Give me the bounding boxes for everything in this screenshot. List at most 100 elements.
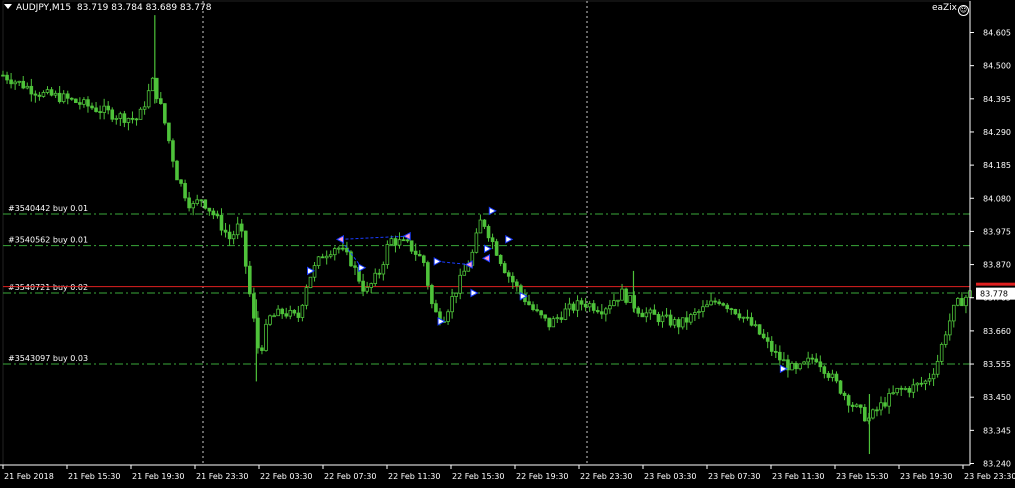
candle-body xyxy=(899,387,904,390)
price-tick-label: 84.395 xyxy=(983,95,1011,104)
candle-body xyxy=(248,265,252,295)
candle-body xyxy=(421,255,426,263)
candle-body xyxy=(195,199,200,204)
candle-body xyxy=(600,311,604,315)
trade-arrow-marker xyxy=(335,234,344,244)
candle-body xyxy=(652,309,657,315)
candle-body xyxy=(454,292,458,297)
candle-body xyxy=(846,395,851,406)
candle-body xyxy=(219,214,224,231)
candle-body xyxy=(595,310,600,313)
price-tick-label: 84.080 xyxy=(983,194,1011,203)
candle-body xyxy=(409,240,414,252)
candle-body xyxy=(385,244,390,266)
candle-body xyxy=(381,264,386,275)
ohlc-values: 83.719 83.784 83.689 83.778 xyxy=(76,3,212,13)
candle-body xyxy=(733,308,738,315)
candle-body xyxy=(931,373,936,380)
trade-arrow-marker xyxy=(488,206,497,216)
candle-body xyxy=(535,309,539,312)
candle-body xyxy=(316,256,321,267)
candle-body xyxy=(794,362,798,370)
candle-body xyxy=(531,304,535,311)
candle-body xyxy=(401,239,406,242)
candle-body xyxy=(826,373,831,378)
candle-body xyxy=(717,301,721,304)
candle-body xyxy=(689,314,693,323)
candle-body xyxy=(82,99,86,105)
candle-body xyxy=(353,265,357,268)
price-tick-label: 83.345 xyxy=(983,426,1011,435)
candle-body xyxy=(53,92,58,96)
candle-body xyxy=(757,324,762,335)
candle-body xyxy=(13,81,17,85)
trade-arrow-marker xyxy=(358,263,367,273)
candle-body xyxy=(33,93,38,96)
candle-body xyxy=(207,207,212,212)
candlestick-series xyxy=(1,15,972,455)
candle-body xyxy=(559,317,564,320)
candle-body xyxy=(126,117,131,123)
candle-body xyxy=(672,319,677,326)
order-label: #3543097 buy 0.03 xyxy=(8,354,88,363)
candle-body xyxy=(211,210,216,216)
candle-body xyxy=(482,219,487,227)
trade-markers xyxy=(307,206,788,374)
candle-body xyxy=(369,283,373,288)
time-tick-label: 23 Feb 19:30 xyxy=(900,472,952,481)
time-tick-label: 23 Feb 15:30 xyxy=(836,472,888,481)
candle-body xyxy=(891,392,895,395)
candle-body xyxy=(252,293,256,319)
price-chart[interactable]: #3540442 buy 0.01 #3540562 buy 0.01 #35407… xyxy=(0,0,1015,488)
time-axis[interactable]: 21 Feb 2018 21 Feb 15:30 21 Feb 19:30 21 Fe… xyxy=(0,464,1015,481)
candle-body xyxy=(737,313,742,319)
candle-body xyxy=(74,98,78,104)
candle-body xyxy=(527,301,531,306)
candle-body xyxy=(462,270,467,276)
candle-body xyxy=(215,214,220,217)
candle-body xyxy=(660,315,665,323)
candle-body xyxy=(142,106,147,110)
trade-arrow-marker xyxy=(481,253,490,263)
expert-advisor-label[interactable]: eaZix ☺ xyxy=(932,3,969,16)
candle-body xyxy=(644,312,649,318)
candle-body xyxy=(69,97,74,100)
candle-body xyxy=(745,316,750,319)
chevron-down-icon[interactable] xyxy=(4,4,12,9)
time-tick-label: 23 Feb 23:30 xyxy=(964,472,1015,481)
time-tick-label: 23 Feb 03:30 xyxy=(644,472,696,481)
day-separator-grid xyxy=(2,0,971,466)
candle-body xyxy=(818,361,823,368)
time-tick-label: 21 Feb 2018 xyxy=(4,472,54,481)
price-tick-label: 84.605 xyxy=(983,29,1011,38)
candle-body xyxy=(426,262,430,286)
candle-body xyxy=(587,303,592,308)
candle-body xyxy=(41,92,46,97)
candle-body xyxy=(203,199,208,209)
price-tick-label: 84.185 xyxy=(983,161,1011,170)
time-tick-label: 22 Feb 23:30 xyxy=(580,472,632,481)
candle-body xyxy=(956,298,960,306)
candle-body xyxy=(227,231,232,240)
candle-body xyxy=(798,363,802,370)
candle-body xyxy=(806,357,810,363)
candle-body xyxy=(543,314,547,319)
candle-body xyxy=(879,402,883,411)
candle-body xyxy=(676,319,681,328)
candle-body xyxy=(163,103,167,124)
candle-body xyxy=(935,360,940,375)
candle-body xyxy=(911,384,916,393)
price-axis[interactable]: 84.605 84.500 84.395 84.290 84.185 84.080 83.9… xyxy=(969,1,1015,469)
candle-body xyxy=(636,307,641,314)
chart-symbol-header[interactable]: AUDJPY,M15 83.719 83.784 83.689 83.778 xyxy=(4,3,211,13)
candle-body xyxy=(515,281,519,287)
candle-body xyxy=(680,317,685,328)
candle-body xyxy=(179,179,183,184)
candle-body xyxy=(5,74,9,81)
chart-window[interactable]: #3540442 buy 0.01 #3540562 buy 0.01 #35407… xyxy=(0,0,1015,488)
time-tick-label: 22 Feb 07:30 xyxy=(324,472,376,481)
order-lines[interactable]: #3540442 buy 0.01 #3540562 buy 0.01 #35407… xyxy=(3,204,970,365)
candle-body xyxy=(446,311,450,322)
candle-body xyxy=(753,324,758,327)
candle-body xyxy=(648,309,653,314)
